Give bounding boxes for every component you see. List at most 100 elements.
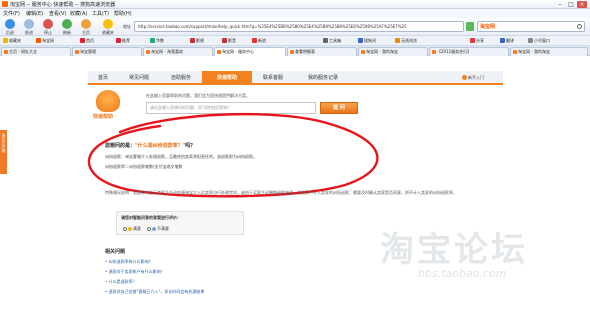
browser-tab[interactable]: 淘宝网 - 淘我喜欢 [143,47,213,56]
nav-tab-contact[interactable]: 联系客服 [252,71,294,85]
nav-tab-faq[interactable]: 常见问题 [118,71,160,85]
menu-help[interactable]: 帮助(H) [114,10,132,17]
taobao-icon [36,38,41,43]
rating-option-satisfied[interactable]: 满意 [123,226,141,232]
fav-label: 无线浏览 [401,38,417,43]
fav-item[interactable]: 影视 [190,38,204,44]
fav-item[interactable]: 推荐 [116,38,130,44]
fav-item[interactable]: 影音 [222,38,236,44]
nav-tab-quick-help[interactable]: 快速帮助 [202,71,252,85]
page-icon [190,38,195,43]
page-icon [252,38,257,43]
answer-title-suffix: 吗？ [185,143,196,149]
close-window-button[interactable]: × [577,1,587,8]
search-input[interactable]: 淘宝网 [477,21,585,32]
rating-option-unsatisfied[interactable]: 不满意 [147,226,169,232]
beginner-link[interactable]: 新手入门 [462,75,484,81]
fav-label: 小号窗口 [534,38,550,43]
favorites-button[interactable]: 收藏夹 [97,19,119,35]
tab-label: 淘宝网 - 我的淘宝 [518,49,550,54]
fav-item[interactable]: 翻译 [500,38,514,44]
menu-view[interactable]: 查看(V) [49,10,66,17]
menu-edit[interactable]: 编辑(E) [26,10,43,17]
menu-file[interactable]: 文件(F) [3,10,20,17]
browser-tab[interactable]: 淘宝管理 [72,47,142,56]
related-link[interactable]: 退款对于卖家帐户有什么影响？ [105,269,355,275]
answer-line: 纠纷退款：淘宝客服介入处理退款，且最终由卖家承担责任的，该退款即为纠纷退款。 [105,154,257,159]
mascot-label: 快速帮助 [93,114,114,120]
page-icon [513,50,517,54]
back-button[interactable]: 后退 [2,19,18,35]
browser-tab[interactable]: 淘宝网 - 我的淘宝 [358,47,428,56]
fav-item[interactable]: 工具箱 [323,38,341,44]
page-icon [358,38,363,43]
browser-tab[interactable]: 【2011服务先行】 [429,47,509,56]
fav-label: 分享 [476,38,484,43]
menu-tools[interactable]: 工具(T) [92,10,109,17]
page-icon [432,50,436,54]
fav-item[interactable]: 首页 [80,38,94,44]
browser-tab[interactable]: 主页 - 网址大全 [1,47,71,56]
forward-button[interactable]: 前进 [21,19,37,35]
browser-tab[interactable]: 淘宝网 - 我的淘宝 [510,47,588,56]
favorites-bar: 收藏夹 淘宝网 首页 推荐 华数 影视 影音 新浪 工具箱 搜狗词 无线浏览 分… [0,36,590,46]
page-icon [217,50,221,54]
fav-item[interactable]: 淘宝网 [36,38,54,44]
help-icon [462,75,467,80]
answer-block: 您想问的是："什么是纠纷退款率？"吗？ 纠纷退款：淘宝客服介入处理退款，且最终由… [105,142,365,170]
related-link[interactable]: 退款对自己信誉"客服已介入"，多长时间会有处理结果 [105,289,355,295]
rating-question: 请您对智能问答的答案进行评价： [121,215,181,220]
fav-label: 新浪 [258,38,266,43]
address-bar[interactable]: http://service.taobao.com/support/main/h… [134,21,464,32]
fav-item[interactable]: 搜狗词 [358,38,376,44]
window-title-bar: 淘宝网 -- 服务中心 快速帮助 -- 搜狗高速浏览器 – □ × [0,0,590,9]
translate-icon [500,38,505,43]
rating-box: 请您对智能问答的答案进行评价： 满意 不满意 [116,211,244,235]
radio-button[interactable] [147,227,151,231]
fav-item[interactable]: 新浪 [252,38,266,44]
question-input[interactable]: 请在此输入您想问的问题，如"如何找回密码" [146,102,316,114]
fav-item[interactable]: 小号窗口 [528,38,550,44]
minimize-button[interactable]: – [555,1,565,8]
stop-button[interactable]: 停止 [40,19,56,35]
fav-item[interactable]: 无线浏览 [395,38,417,44]
browser-tab[interactable]: 查看明细表 [287,47,357,56]
browser-tab-active[interactable]: 淘宝网 - 服务中心 [214,47,286,56]
radio-button[interactable] [123,227,127,231]
nav-tab-home[interactable]: 首页 [88,71,118,85]
page-icon [395,38,400,43]
fav-item[interactable]: 收藏夹 [3,38,21,44]
refresh-button[interactable]: 刷新 [59,19,75,35]
forum-watermark-url: bbs.taobao.com [418,267,507,280]
search-icon[interactable] [577,24,582,29]
page-icon [116,38,121,43]
related-questions: 相关问题 纠纷退款率有什么影响？ 退款对于卖家帐户有什么影响？ 什么是退款率？ … [105,248,355,295]
go-button[interactable] [466,22,474,31]
feedback-side-tab[interactable]: 意见反馈 [0,130,7,174]
service-nav: 首页 常见问题 自助服务 快速帮助 联系客服 我的服务记录 [88,71,503,85]
tab-label: 查看明细表 [295,49,315,54]
tab-label: 淘宝网 - 淘我喜欢 [151,49,183,54]
tab-label: 主页 - 网址大全 [9,49,37,54]
answer-title: 您想问的是："什么是纠纷退款率？"吗？ [105,142,365,149]
related-link[interactable]: 什么是退款率？ [105,279,355,285]
fav-label: 工具箱 [329,38,341,43]
related-link[interactable]: 纠纷退款率有什么影响？ [105,259,355,265]
fav-label: 搜狗词 [364,38,376,43]
page-icon [361,50,365,54]
fav-item[interactable]: 华数 [150,38,164,44]
nav-tab-self-service[interactable]: 自助服务 [160,71,202,85]
maximize-button[interactable]: □ [566,1,576,8]
fav-label: 影视 [196,38,204,43]
home-button[interactable]: 主页 [78,19,94,35]
page-icon [75,50,79,54]
fav-item[interactable]: 分享 [470,38,484,44]
ask-button[interactable]: 提 问 [320,102,358,114]
star-icon [103,19,113,29]
menu-favorites[interactable]: 收藏(A) [70,10,87,17]
fav-label: 收藏夹 [9,38,21,43]
address-label: 地址 [123,24,131,29]
nav-tab-records[interactable]: 我的服务记录 [294,71,352,85]
share-icon [470,38,475,43]
tab-label: 淘宝网 - 服务中心 [222,49,254,54]
